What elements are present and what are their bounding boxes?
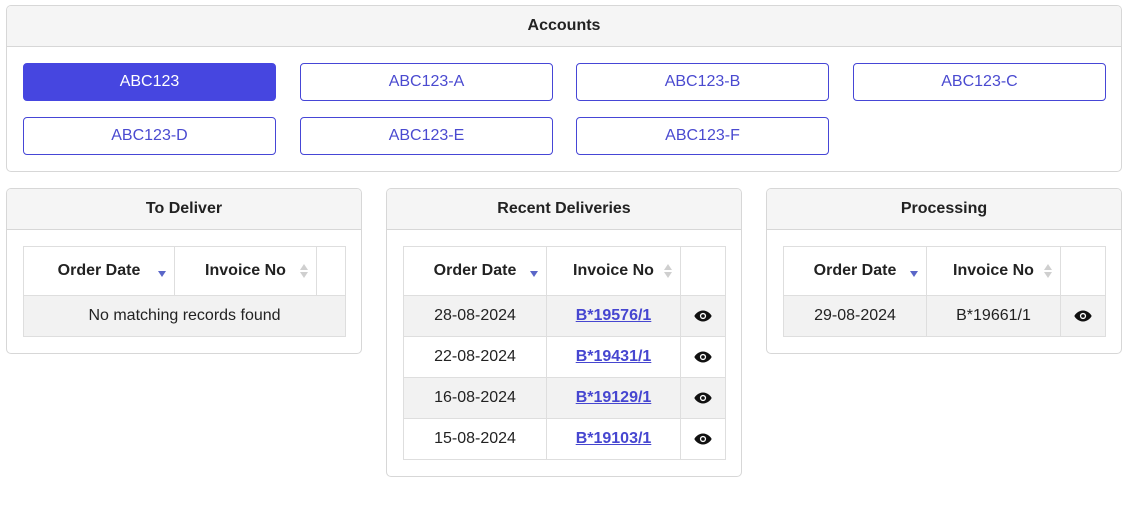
column-actions [680, 246, 726, 296]
view-cell [680, 336, 726, 378]
to-deliver-title: To Deliver [7, 189, 361, 230]
invoice-cell: B*19431/1 [546, 336, 681, 378]
account-button-abc123-e[interactable]: ABC123-E [300, 117, 553, 155]
eye-icon[interactable] [694, 310, 712, 322]
account-button-abc123-a[interactable]: ABC123-A [300, 63, 553, 101]
sort-both-icon [1044, 264, 1052, 280]
column-invoice-no-label: Invoice No [573, 262, 654, 279]
order-date-cell: 16-08-2024 [403, 377, 547, 419]
column-order-date[interactable]: Order Date [403, 246, 547, 296]
column-invoice-no[interactable]: Invoice No [546, 246, 681, 296]
column-invoice-no-label: Invoice No [953, 262, 1034, 279]
account-button-abc123-b[interactable]: ABC123-B [576, 63, 829, 101]
order-date-cell: 29-08-2024 [783, 295, 927, 337]
sort-both-icon [300, 264, 308, 280]
invoice-link[interactable]: B*19576/1 [576, 307, 652, 324]
view-cell [680, 418, 726, 460]
column-invoice-no[interactable]: Invoice No [926, 246, 1061, 296]
processing-title: Processing [767, 189, 1121, 230]
sort-both-icon [664, 264, 672, 280]
recent-deliveries-table: Order Date Invoice No 28-08-2024 B*19576… [403, 246, 726, 460]
column-order-date-label: Order Date [433, 262, 517, 279]
invoice-cell: B*19661/1 [926, 295, 1061, 337]
to-deliver-card: To Deliver Order Date Invoice No No matc… [6, 188, 362, 354]
eye-icon[interactable] [1074, 310, 1092, 322]
account-button-abc123[interactable]: ABC123 [23, 63, 276, 101]
accounts-title: Accounts [7, 6, 1121, 47]
account-button-abc123-f[interactable]: ABC123-F [576, 117, 829, 155]
view-cell [680, 377, 726, 419]
column-invoice-no-label: Invoice No [205, 262, 286, 279]
order-date-cell: 15-08-2024 [403, 418, 547, 460]
sort-desc-icon [530, 271, 538, 277]
column-order-date[interactable]: Order Date [23, 246, 175, 296]
invoice-link[interactable]: B*19103/1 [576, 430, 652, 447]
column-actions [316, 246, 346, 296]
table-row: 16-08-2024 B*19129/1 [403, 377, 726, 419]
column-actions [1060, 246, 1106, 296]
invoice-cell: B*19129/1 [546, 377, 681, 419]
column-order-date[interactable]: Order Date [783, 246, 927, 296]
invoice-link[interactable]: B*19129/1 [576, 389, 652, 406]
recent-deliveries-title: Recent Deliveries [387, 189, 741, 230]
account-button-abc123-d[interactable]: ABC123-D [23, 117, 276, 155]
order-date-cell: 28-08-2024 [403, 295, 547, 337]
table-row: 22-08-2024 B*19431/1 [403, 336, 726, 378]
account-button-abc123-c[interactable]: ABC123-C [853, 63, 1106, 101]
to-deliver-table: Order Date Invoice No No matching record… [23, 246, 346, 337]
eye-icon[interactable] [694, 351, 712, 363]
sort-desc-icon [158, 271, 166, 277]
processing-table: Order Date Invoice No 29-08-2024 B*19661… [783, 246, 1106, 337]
column-invoice-no[interactable]: Invoice No [174, 246, 317, 296]
column-order-date-label: Order Date [57, 262, 141, 279]
invoice-link[interactable]: B*19431/1 [576, 348, 652, 365]
view-cell [680, 295, 726, 337]
empty-message: No matching records found [23, 295, 346, 337]
invoice-cell: B*19576/1 [546, 295, 681, 337]
sort-desc-icon [910, 271, 918, 277]
order-date-cell: 22-08-2024 [403, 336, 547, 378]
invoice-cell: B*19103/1 [546, 418, 681, 460]
eye-icon[interactable] [694, 392, 712, 404]
table-row: 28-08-2024 B*19576/1 [403, 295, 726, 337]
recent-deliveries-card: Recent Deliveries Order Date Invoice No … [386, 188, 742, 477]
view-cell [1060, 295, 1106, 337]
eye-icon[interactable] [694, 433, 712, 445]
column-order-date-label: Order Date [813, 262, 897, 279]
table-row: 15-08-2024 B*19103/1 [403, 418, 726, 460]
processing-card: Processing Order Date Invoice No 29-08-2… [766, 188, 1122, 354]
accounts-card: Accounts ABC123 ABC123-A ABC123-B ABC123… [6, 5, 1122, 172]
table-row: 29-08-2024 B*19661/1 [783, 295, 1106, 337]
